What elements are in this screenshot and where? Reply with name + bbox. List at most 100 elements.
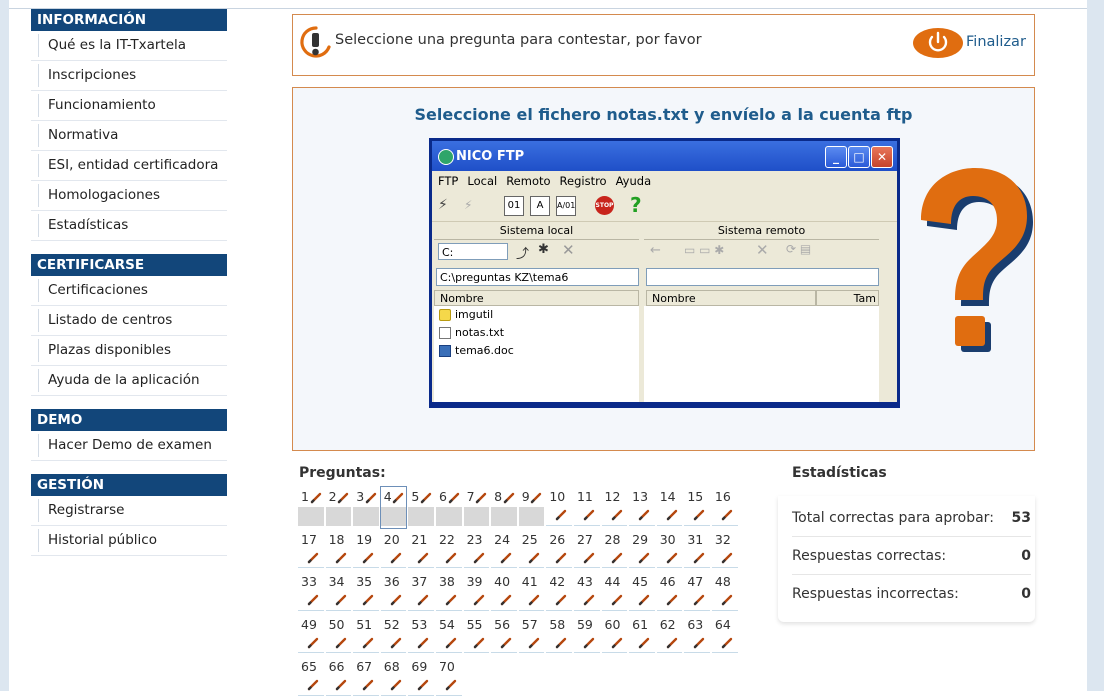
question-13-button[interactable]: 13 bbox=[628, 486, 656, 529]
question-51-button[interactable]: 51 bbox=[352, 614, 380, 657]
question-52-button[interactable]: 52 bbox=[380, 614, 408, 657]
question-number: 41 bbox=[521, 574, 538, 589]
question-6-button[interactable]: 6 bbox=[435, 486, 463, 529]
question-31-button[interactable]: 31 bbox=[683, 529, 711, 572]
question-18-button[interactable]: 18 bbox=[325, 529, 353, 572]
question-58-button[interactable]: 58 bbox=[545, 614, 573, 657]
question-number: 4 bbox=[383, 489, 392, 504]
pencil-icon bbox=[638, 634, 650, 648]
question-22-button[interactable]: 22 bbox=[435, 529, 463, 572]
question-65-button[interactable]: 65 bbox=[297, 656, 325, 699]
question-19-button[interactable]: 19 bbox=[352, 529, 380, 572]
question-70-button[interactable]: 70 bbox=[435, 656, 463, 699]
question-55-button[interactable]: 55 bbox=[463, 614, 491, 657]
question-17-button[interactable]: 17 bbox=[297, 529, 325, 572]
question-46-button[interactable]: 46 bbox=[656, 571, 684, 614]
question-4-button[interactable]: 4 bbox=[379, 486, 408, 529]
question-12-button[interactable]: 12 bbox=[601, 486, 629, 529]
sidebar-item-historial[interactable]: Historial público bbox=[31, 526, 227, 556]
question-29-button[interactable]: 29 bbox=[628, 529, 656, 572]
question-57-button[interactable]: 57 bbox=[518, 614, 546, 657]
question-40-button[interactable]: 40 bbox=[490, 571, 518, 614]
question-36-button[interactable]: 36 bbox=[380, 571, 408, 614]
question-69-button[interactable]: 69 bbox=[407, 656, 435, 699]
question-47-button[interactable]: 47 bbox=[683, 571, 711, 614]
sidebar-item-plazas[interactable]: Plazas disponibles bbox=[31, 336, 227, 366]
finalize-link[interactable]: Finalizar bbox=[966, 34, 1026, 50]
question-9-button[interactable]: 9 bbox=[518, 486, 546, 529]
pencil-icon bbox=[362, 676, 374, 691]
question-53-button[interactable]: 53 bbox=[407, 614, 435, 657]
question-33-button[interactable]: 33 bbox=[297, 571, 325, 614]
question-number: 60 bbox=[604, 616, 621, 632]
question-11-button[interactable]: 11 bbox=[573, 486, 601, 529]
question-41-button[interactable]: 41 bbox=[518, 571, 546, 614]
question-1-button[interactable]: 1 bbox=[297, 486, 325, 529]
question-49-button[interactable]: 49 bbox=[297, 614, 325, 657]
question-66-button[interactable]: 66 bbox=[325, 656, 353, 699]
sidebar-item-demo-examen[interactable]: Hacer Demo de examen bbox=[31, 431, 227, 461]
question-39-button[interactable]: 39 bbox=[463, 571, 491, 614]
question-14-button[interactable]: 14 bbox=[656, 486, 684, 529]
question-61-button[interactable]: 61 bbox=[628, 614, 656, 657]
sidebar-item-listado-centros[interactable]: Listado de centros bbox=[31, 306, 227, 336]
question-20-button[interactable]: 20 bbox=[380, 529, 408, 572]
question-28-button[interactable]: 28 bbox=[601, 529, 629, 572]
question-35-button[interactable]: 35 bbox=[352, 571, 380, 614]
question-number: 25 bbox=[521, 531, 538, 547]
question-45-button[interactable]: 45 bbox=[628, 571, 656, 614]
question-10-button[interactable]: 10 bbox=[545, 486, 573, 529]
question-number: 58 bbox=[549, 616, 566, 632]
pencil-icon bbox=[392, 489, 404, 504]
sidebar-item-funcionamiento[interactable]: Funcionamiento bbox=[31, 91, 227, 121]
question-8-button[interactable]: 8 bbox=[490, 486, 518, 529]
question-54-button[interactable]: 54 bbox=[435, 614, 463, 657]
sidebar-item-estadisticas[interactable]: Estadísticas bbox=[31, 211, 227, 241]
pencil-icon bbox=[611, 506, 623, 521]
question-68-button[interactable]: 68 bbox=[380, 656, 408, 699]
question-3-button[interactable]: 3 bbox=[352, 486, 380, 529]
question-15-button[interactable]: 15 bbox=[683, 486, 711, 529]
question-42-button[interactable]: 42 bbox=[545, 571, 573, 614]
sidebar-item-normativa[interactable]: Normativa bbox=[31, 121, 227, 151]
question-number: 23 bbox=[466, 531, 483, 547]
sidebar-item-registrarse[interactable]: Registrarse bbox=[31, 496, 227, 526]
sidebar-item-certificaciones[interactable]: Certificaciones bbox=[31, 276, 227, 306]
question-38-button[interactable]: 38 bbox=[435, 571, 463, 614]
finalize-button[interactable] bbox=[911, 27, 965, 59]
question-21-button[interactable]: 21 bbox=[407, 529, 435, 572]
sidebar-item-esi[interactable]: ESI, entidad certificadora bbox=[31, 151, 227, 181]
question-64-button[interactable]: 64 bbox=[711, 614, 739, 657]
question-number: 34 bbox=[328, 574, 345, 589]
question-30-button[interactable]: 30 bbox=[656, 529, 684, 572]
question-27-button[interactable]: 27 bbox=[573, 529, 601, 572]
question-43-button[interactable]: 43 bbox=[573, 571, 601, 614]
question-44-button[interactable]: 44 bbox=[601, 571, 629, 614]
message-text: Seleccione una pregunta para contestar, … bbox=[335, 32, 702, 48]
left-border bbox=[0, 0, 9, 691]
question-5-button[interactable]: 5 bbox=[407, 486, 435, 529]
question-32-button[interactable]: 32 bbox=[711, 529, 739, 572]
question-50-button[interactable]: 50 bbox=[325, 614, 353, 657]
question-56-button[interactable]: 56 bbox=[490, 614, 518, 657]
question-62-button[interactable]: 62 bbox=[656, 614, 684, 657]
question-2-button[interactable]: 2 bbox=[325, 486, 353, 529]
question-59-button[interactable]: 59 bbox=[573, 614, 601, 657]
question-16-button[interactable]: 16 bbox=[711, 486, 739, 529]
sidebar-item-que-es[interactable]: Qué es la IT-Txartela bbox=[31, 31, 227, 61]
question-37-button[interactable]: 37 bbox=[407, 571, 435, 614]
question-25-button[interactable]: 25 bbox=[518, 529, 546, 572]
question-60-button[interactable]: 60 bbox=[601, 614, 629, 657]
question-24-button[interactable]: 24 bbox=[490, 529, 518, 572]
question-7-button[interactable]: 7 bbox=[463, 486, 491, 529]
question-67-button[interactable]: 67 bbox=[352, 656, 380, 699]
question-title: Seleccione el fichero notas.txt y envíel… bbox=[414, 105, 913, 124]
question-34-button[interactable]: 34 bbox=[325, 571, 353, 614]
sidebar-item-homologaciones[interactable]: Homologaciones bbox=[31, 181, 227, 211]
sidebar-item-ayuda[interactable]: Ayuda de la aplicación bbox=[31, 366, 227, 396]
sidebar-item-inscripciones[interactable]: Inscripciones bbox=[31, 61, 227, 91]
question-26-button[interactable]: 26 bbox=[545, 529, 573, 572]
question-23-button[interactable]: 23 bbox=[463, 529, 491, 572]
question-63-button[interactable]: 63 bbox=[683, 614, 711, 657]
question-48-button[interactable]: 48 bbox=[711, 571, 739, 614]
